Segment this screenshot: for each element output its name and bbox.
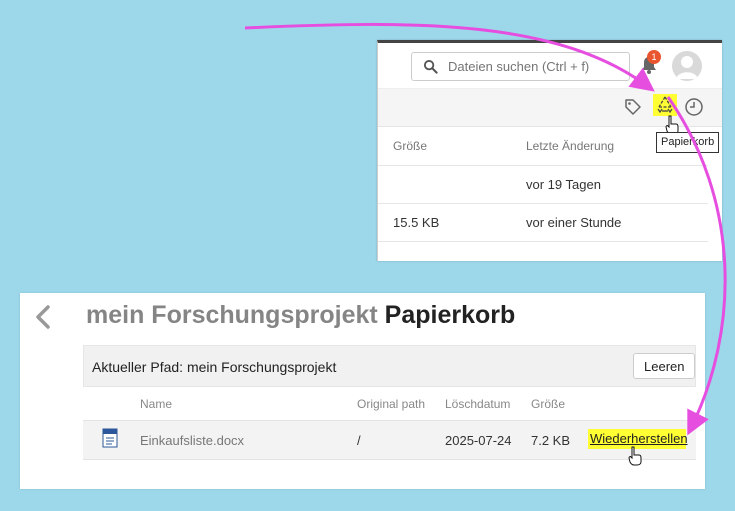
table-row[interactable]: Einkaufsliste.docx / 2025-07-24 7.2 KB W…	[83, 420, 696, 460]
recycle-icon[interactable]	[655, 95, 675, 115]
file-list-header: Größe Letzte Änderung	[378, 127, 708, 166]
file-name[interactable]: Einkaufsliste.docx	[140, 433, 244, 448]
restore-link[interactable]: Wiederherstellen	[590, 431, 688, 446]
column-size[interactable]: Größe	[393, 139, 427, 153]
trash-panel: mein Forschungsprojekt Papierkorb Aktuel…	[20, 293, 705, 489]
current-path-bar: Aktueller Pfad: mein Forschungsprojekt L…	[83, 345, 696, 387]
empty-trash-button[interactable]: Leeren	[633, 353, 696, 379]
title-project: mein Forschungsprojekt	[86, 301, 378, 329]
hand-cursor-icon	[628, 446, 642, 466]
docx-file-icon	[102, 428, 118, 448]
avatar-icon	[676, 56, 698, 79]
search-icon	[423, 59, 438, 74]
title-trash: Papierkorb	[384, 301, 516, 329]
original-path: /	[357, 433, 361, 448]
current-path-label: Aktueller Pfad: mein Forschungsprojekt	[92, 359, 337, 375]
column-modified[interactable]: Letzte Änderung	[526, 139, 614, 153]
avatar[interactable]	[672, 51, 702, 81]
column-name[interactable]: Name	[140, 397, 172, 411]
table-row[interactable]: vor 19 Tagen	[378, 165, 708, 204]
column-size[interactable]: Größe	[531, 397, 565, 411]
tag-icon[interactable]	[624, 98, 642, 116]
page-title: mein Forschungsprojekt Papierkorb	[86, 301, 515, 330]
search-input[interactable]	[448, 56, 626, 76]
trash-table-header: Name Original path Löschdatum Größe	[83, 389, 696, 417]
clock-icon[interactable]	[684, 97, 704, 117]
row-modified: vor einer Stunde	[526, 215, 622, 230]
column-deleted-date[interactable]: Löschdatum	[445, 397, 510, 411]
files-header-panel: 1 Papierkorb Größe Letzte Änderung	[377, 40, 722, 261]
file-size: 7.2 KB	[531, 433, 571, 448]
notification-badge: 1	[647, 50, 661, 64]
table-row[interactable]: 15.5 KB vor einer Stunde	[378, 203, 708, 242]
chevron-left-icon[interactable]	[34, 305, 52, 329]
deleted-date: 2025-07-24	[445, 433, 512, 448]
row-modified: vor 19 Tagen	[526, 177, 601, 192]
search-box[interactable]	[411, 52, 630, 81]
row-size: 15.5 KB	[393, 215, 440, 230]
column-original-path[interactable]: Original path	[357, 397, 425, 411]
